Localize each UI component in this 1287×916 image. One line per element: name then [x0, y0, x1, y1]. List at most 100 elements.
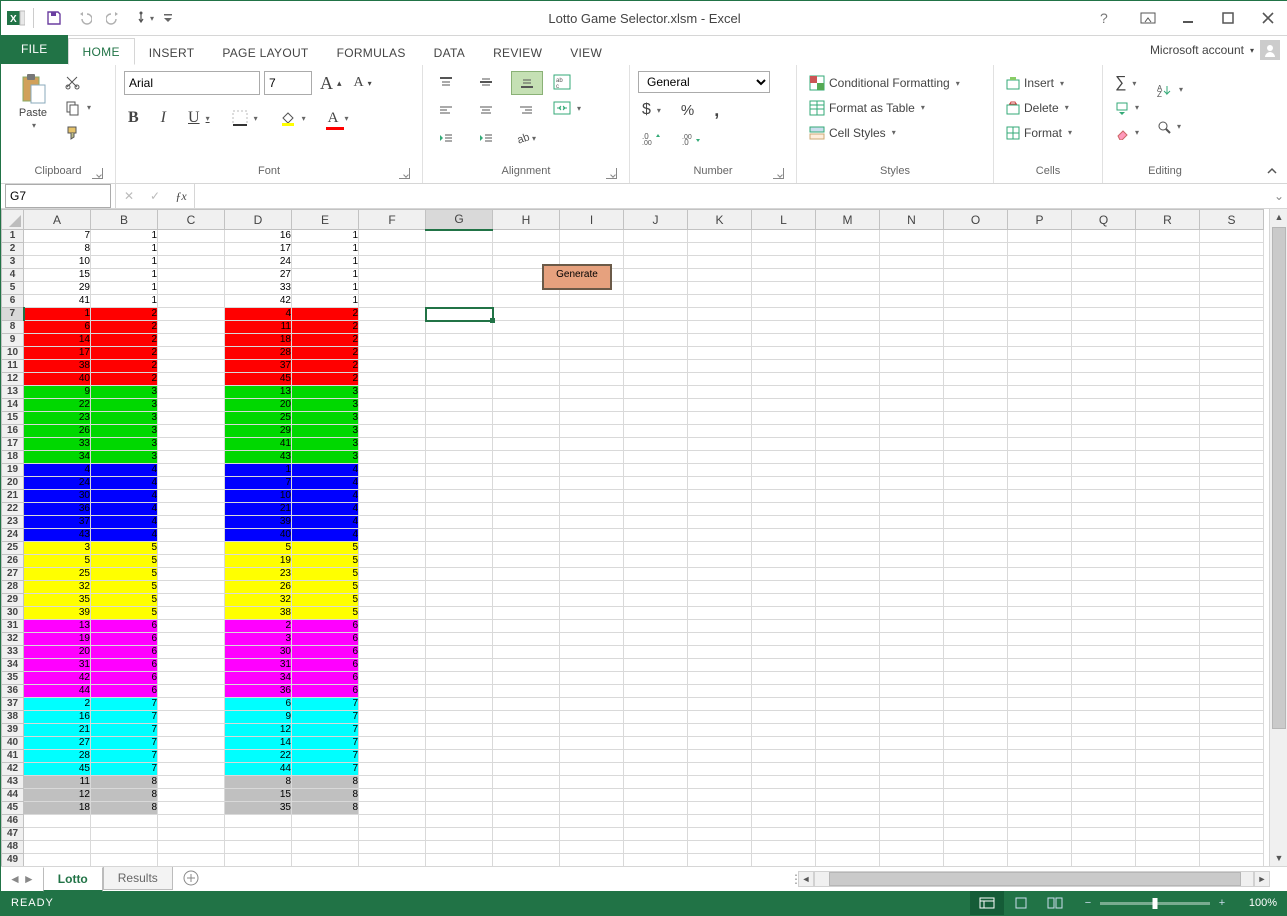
cell-I15[interactable] — [560, 412, 624, 425]
cell-B13[interactable]: 3 — [91, 386, 158, 399]
cell-S30[interactable] — [1200, 607, 1264, 620]
cell-L19[interactable] — [752, 464, 816, 477]
cell-S45[interactable] — [1200, 802, 1264, 815]
cell-F48[interactable] — [359, 841, 426, 854]
cell-A20[interactable]: 24 — [24, 477, 91, 490]
cell-F5[interactable] — [359, 282, 426, 295]
cell-N32[interactable] — [880, 633, 944, 646]
cell-E12[interactable]: 2 — [292, 373, 359, 386]
cell-K40[interactable] — [688, 737, 752, 750]
row-header-20[interactable]: 20 — [2, 477, 24, 490]
cell-B12[interactable]: 2 — [91, 373, 158, 386]
cell-P8[interactable] — [1008, 321, 1072, 334]
cell-M8[interactable] — [816, 321, 880, 334]
cell-I27[interactable] — [560, 568, 624, 581]
cell-G41[interactable] — [426, 750, 493, 763]
cell-A44[interactable]: 12 — [24, 789, 91, 802]
cell-M9[interactable] — [816, 334, 880, 347]
cell-L14[interactable] — [752, 399, 816, 412]
row-header-5[interactable]: 5 — [2, 282, 24, 295]
cell-M18[interactable] — [816, 451, 880, 464]
cell-S4[interactable] — [1200, 269, 1264, 282]
cell-L45[interactable] — [752, 802, 816, 815]
cell-S6[interactable] — [1200, 295, 1264, 308]
cell-O47[interactable] — [944, 828, 1008, 841]
cell-I23[interactable] — [560, 516, 624, 529]
cell-O24[interactable] — [944, 529, 1008, 542]
cell-K3[interactable] — [688, 256, 752, 269]
cell-G37[interactable] — [426, 698, 493, 711]
cell-D45[interactable]: 35 — [225, 802, 292, 815]
cell-M45[interactable] — [816, 802, 880, 815]
cell-H38[interactable] — [493, 711, 560, 724]
cell-S14[interactable] — [1200, 399, 1264, 412]
cell-M39[interactable] — [816, 724, 880, 737]
cell-F15[interactable] — [359, 412, 426, 425]
cell-A11[interactable]: 38 — [24, 360, 91, 373]
cell-J3[interactable] — [624, 256, 688, 269]
cell-B16[interactable]: 3 — [91, 425, 158, 438]
cell-G8[interactable] — [426, 321, 493, 334]
cell-J7[interactable] — [624, 308, 688, 321]
cell-O11[interactable] — [944, 360, 1008, 373]
cell-E14[interactable]: 3 — [292, 399, 359, 412]
zoom-in-button[interactable]: + — [1216, 897, 1228, 909]
cell-B21[interactable]: 4 — [91, 490, 158, 503]
cell-O48[interactable] — [944, 841, 1008, 854]
account-area[interactable]: Microsoft account ▾ — [1150, 40, 1280, 60]
cell-O38[interactable] — [944, 711, 1008, 724]
cell-D17[interactable]: 41 — [225, 438, 292, 451]
row-header-18[interactable]: 18 — [2, 451, 24, 464]
cell-H17[interactable] — [493, 438, 560, 451]
cell-N49[interactable] — [880, 854, 944, 867]
cell-E43[interactable]: 8 — [292, 776, 359, 789]
cell-F9[interactable] — [359, 334, 426, 347]
cell-F31[interactable] — [359, 620, 426, 633]
cell-K27[interactable] — [688, 568, 752, 581]
cell-S26[interactable] — [1200, 555, 1264, 568]
cell-M44[interactable] — [816, 789, 880, 802]
cell-E2[interactable]: 1 — [292, 243, 359, 256]
cell-L40[interactable] — [752, 737, 816, 750]
cell-O17[interactable] — [944, 438, 1008, 451]
cell-R36[interactable] — [1136, 685, 1200, 698]
cell-Q20[interactable] — [1072, 477, 1136, 490]
qat-save-icon[interactable] — [40, 4, 68, 32]
cell-C29[interactable] — [158, 594, 225, 607]
cell-B26[interactable]: 5 — [91, 555, 158, 568]
orientation-button[interactable]: ab — [511, 127, 541, 149]
cell-D10[interactable]: 28 — [225, 347, 292, 360]
cell-M46[interactable] — [816, 815, 880, 828]
cell-S40[interactable] — [1200, 737, 1264, 750]
cell-K39[interactable] — [688, 724, 752, 737]
cell-O42[interactable] — [944, 763, 1008, 776]
cell-Q34[interactable] — [1072, 659, 1136, 672]
cell-D32[interactable]: 3 — [225, 633, 292, 646]
cell-J19[interactable] — [624, 464, 688, 477]
cell-D3[interactable]: 24 — [225, 256, 292, 269]
cell-D16[interactable]: 29 — [225, 425, 292, 438]
cell-O1[interactable] — [944, 230, 1008, 243]
cell-H26[interactable] — [493, 555, 560, 568]
cell-A4[interactable]: 15 — [24, 269, 91, 282]
cell-G36[interactable] — [426, 685, 493, 698]
cell-L48[interactable] — [752, 841, 816, 854]
cell-J34[interactable] — [624, 659, 688, 672]
cell-H42[interactable] — [493, 763, 560, 776]
tab-formulas[interactable]: FORMULAS — [323, 40, 420, 65]
cell-M35[interactable] — [816, 672, 880, 685]
cell-R21[interactable] — [1136, 490, 1200, 503]
cell-I24[interactable] — [560, 529, 624, 542]
cell-B8[interactable]: 2 — [91, 321, 158, 334]
cell-J17[interactable] — [624, 438, 688, 451]
cell-E44[interactable]: 8 — [292, 789, 359, 802]
cell-J37[interactable] — [624, 698, 688, 711]
cell-O37[interactable] — [944, 698, 1008, 711]
cell-S5[interactable] — [1200, 282, 1264, 295]
cell-C17[interactable] — [158, 438, 225, 451]
cell-B35[interactable]: 6 — [91, 672, 158, 685]
cell-A3[interactable]: 10 — [24, 256, 91, 269]
cell-M10[interactable] — [816, 347, 880, 360]
cell-M42[interactable] — [816, 763, 880, 776]
cell-F41[interactable] — [359, 750, 426, 763]
